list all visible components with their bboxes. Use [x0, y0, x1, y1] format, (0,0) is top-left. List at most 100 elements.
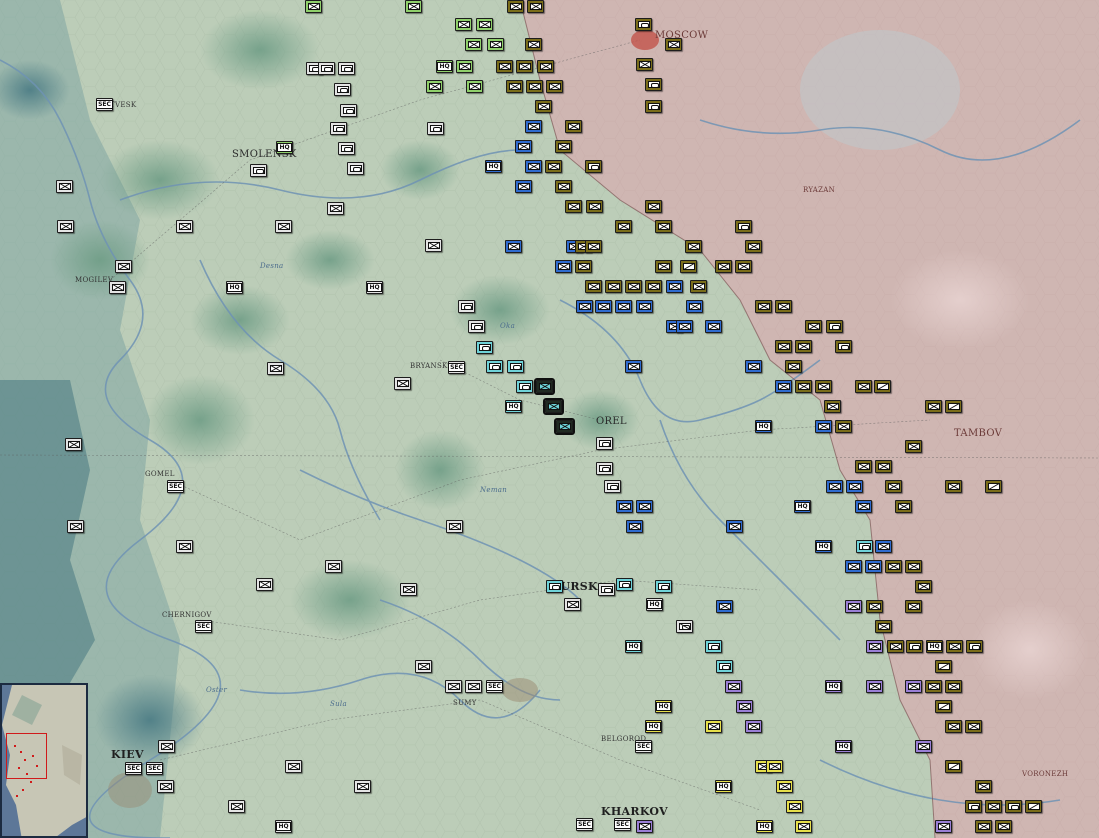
axis-inf-unit-counter[interactable] [415, 660, 432, 673]
soviet-inf-unit-counter[interactable] [506, 80, 523, 93]
axis-hq-unit-counter[interactable]: HQ [655, 700, 672, 713]
soviet-inf-unit-counter[interactable] [735, 260, 752, 273]
axis-inf-unit-counter[interactable] [325, 560, 342, 573]
axis-inf-unit-counter[interactable] [354, 780, 371, 793]
axis-inf-unit-counter[interactable] [564, 598, 581, 611]
axis-sec-unit-counter[interactable]: SEC [614, 818, 631, 831]
axis-hq-unit-counter[interactable]: HQ [485, 160, 502, 173]
soviet-inf-unit-counter[interactable] [526, 80, 543, 93]
soviet-inf-unit-counter[interactable] [945, 480, 962, 493]
soviet-inf-unit-counter[interactable] [946, 640, 963, 653]
soviet-inf-unit-counter[interactable] [855, 380, 872, 393]
axis-arm-unit-counter[interactable] [468, 320, 485, 333]
soviet-inf-unit-counter[interactable] [925, 400, 942, 413]
axis-inf-unit-counter[interactable] [465, 38, 482, 51]
soviet-inf-unit-counter[interactable] [945, 720, 962, 733]
axis-inf-unit-counter[interactable] [595, 300, 612, 313]
axis-inf-unit-counter[interactable] [67, 520, 84, 533]
soviet-inf-unit-counter[interactable] [745, 240, 762, 253]
soviet-inf-unit-counter[interactable] [866, 600, 883, 613]
axis-inf-unit-counter[interactable] [455, 18, 472, 31]
axis-inf-unit-counter[interactable] [466, 80, 483, 93]
axis-inf-unit-counter[interactable] [776, 780, 793, 793]
soviet-inf-unit-counter[interactable] [945, 680, 962, 693]
axis-arm-unit-counter[interactable] [516, 380, 533, 393]
axis-inf-unit-counter[interactable] [866, 680, 883, 693]
soviet-inf-unit-counter[interactable] [895, 500, 912, 513]
axis-arm-unit-counter[interactable] [340, 104, 357, 117]
soviet-arm-unit-counter[interactable] [966, 640, 983, 653]
soviet-inf-unit-counter[interactable] [554, 418, 575, 435]
soviet-cav-unit-counter[interactable] [935, 700, 952, 713]
axis-inf-unit-counter[interactable] [525, 120, 542, 133]
axis-inf-unit-counter[interactable] [115, 260, 132, 273]
soviet-arm-unit-counter[interactable] [1005, 800, 1022, 813]
soviet-inf-unit-counter[interactable] [887, 640, 904, 653]
soviet-inf-unit-counter[interactable] [575, 260, 592, 273]
axis-inf-unit-counter[interactable] [905, 680, 922, 693]
axis-inf-unit-counter[interactable] [826, 480, 843, 493]
axis-inf-unit-counter[interactable] [228, 800, 245, 813]
axis-arm-unit-counter[interactable] [318, 62, 335, 75]
axis-arm-unit-counter[interactable] [856, 540, 873, 553]
axis-arm-unit-counter[interactable] [458, 300, 475, 313]
axis-arm-unit-counter[interactable] [604, 480, 621, 493]
axis-inf-unit-counter[interactable] [555, 260, 572, 273]
axis-inf-unit-counter[interactable] [875, 540, 892, 553]
axis-inf-unit-counter[interactable] [686, 300, 703, 313]
soviet-inf-unit-counter[interactable] [636, 58, 653, 71]
axis-arm-unit-counter[interactable] [596, 462, 613, 475]
axis-inf-unit-counter[interactable] [705, 320, 722, 333]
soviet-inf-unit-counter[interactable] [586, 200, 603, 213]
axis-arm-unit-counter[interactable] [427, 122, 444, 135]
soviet-inf-unit-counter[interactable] [565, 120, 582, 133]
soviet-inf-unit-counter[interactable] [795, 380, 812, 393]
soviet-inf-unit-counter[interactable] [496, 60, 513, 73]
game-map[interactable]: TVESK SMOLENSK MOGILEV BRYANSK OREL GOME… [0, 0, 1099, 838]
axis-inf-unit-counter[interactable] [725, 680, 742, 693]
soviet-inf-unit-counter[interactable] [835, 420, 852, 433]
soviet-inf-unit-counter[interactable] [975, 780, 992, 793]
axis-inf-unit-counter[interactable] [676, 320, 693, 333]
axis-inf-unit-counter[interactable] [158, 740, 175, 753]
axis-hq-unit-counter[interactable]: HQ [715, 780, 732, 793]
axis-arm-unit-counter[interactable] [338, 62, 355, 75]
soviet-inf-unit-counter[interactable] [537, 60, 554, 73]
axis-hq-unit-counter[interactable]: HQ [646, 598, 663, 611]
soviet-arm-unit-counter[interactable] [735, 220, 752, 233]
axis-inf-unit-counter[interactable] [626, 520, 643, 533]
axis-inf-unit-counter[interactable] [845, 600, 862, 613]
soviet-inf-unit-counter[interactable] [507, 0, 524, 13]
axis-inf-unit-counter[interactable] [305, 0, 322, 13]
axis-sec-unit-counter[interactable]: SEC [635, 740, 652, 753]
soviet-inf-unit-counter[interactable] [915, 580, 932, 593]
axis-hq-unit-counter[interactable]: HQ [794, 500, 811, 513]
axis-inf-unit-counter[interactable] [425, 239, 442, 252]
axis-inf-unit-counter[interactable] [915, 740, 932, 753]
soviet-inf-unit-counter[interactable] [755, 300, 772, 313]
axis-hq-unit-counter[interactable]: HQ [625, 640, 642, 653]
soviet-cav-unit-counter[interactable] [945, 400, 962, 413]
axis-inf-unit-counter[interactable] [616, 500, 633, 513]
axis-sec-unit-counter[interactable]: SEC [146, 762, 163, 775]
soviet-inf-unit-counter[interactable] [565, 200, 582, 213]
soviet-inf-unit-counter[interactable] [585, 280, 602, 293]
soviet-inf-unit-counter[interactable] [855, 460, 872, 473]
axis-mech-unit-counter[interactable] [676, 620, 693, 633]
axis-arm-unit-counter[interactable] [476, 341, 493, 354]
axis-inf-unit-counter[interactable] [525, 160, 542, 173]
axis-hq-unit-counter[interactable]: HQ [275, 820, 292, 833]
axis-inf-unit-counter[interactable] [275, 220, 292, 233]
axis-hq-unit-counter[interactable]: HQ [436, 60, 453, 73]
soviet-inf-unit-counter[interactable] [625, 280, 642, 293]
soviet-inf-unit-counter[interactable] [775, 300, 792, 313]
axis-inf-unit-counter[interactable] [736, 700, 753, 713]
axis-inf-unit-counter[interactable] [786, 800, 803, 813]
axis-inf-unit-counter[interactable] [176, 540, 193, 553]
axis-inf-unit-counter[interactable] [285, 760, 302, 773]
soviet-inf-unit-counter[interactable] [527, 0, 544, 13]
axis-inf-unit-counter[interactable] [745, 720, 762, 733]
soviet-inf-unit-counter[interactable] [516, 60, 533, 73]
axis-hq-unit-counter[interactable]: HQ [755, 420, 772, 433]
axis-inf-unit-counter[interactable] [775, 380, 792, 393]
